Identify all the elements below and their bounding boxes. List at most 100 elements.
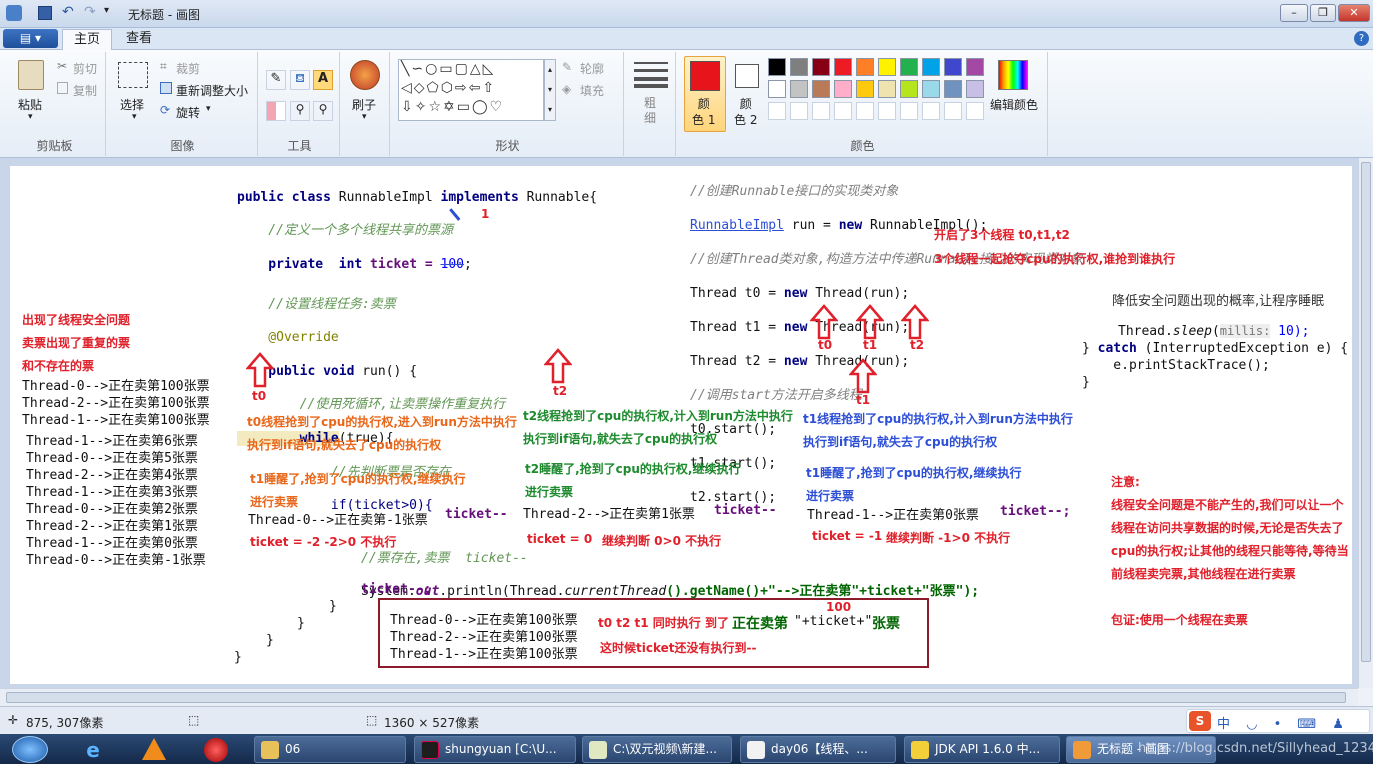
tools-group-label: 工具 xyxy=(287,139,312,153)
palette-swatch[interactable] xyxy=(856,80,874,98)
taskbar-item-folder[interactable]: 06 xyxy=(254,736,406,763)
paste-dropdown-icon[interactable]: ▾ xyxy=(28,112,33,122)
select-dropdown-icon[interactable]: ▾ xyxy=(132,112,137,122)
taskbar-item-editor-label: C:\双元视频\新建... xyxy=(613,742,717,756)
text-tool-icon[interactable]: A xyxy=(313,70,333,90)
paste-icon[interactable] xyxy=(18,60,44,90)
crop-button[interactable]: 裁剪 xyxy=(176,60,200,77)
code-ticket-value: 100 xyxy=(440,256,464,272)
tab-view[interactable]: 查看 xyxy=(114,29,164,50)
sogou-icon[interactable]: S xyxy=(1189,711,1211,731)
palette-swatch[interactable] xyxy=(878,102,896,120)
palette-swatch[interactable] xyxy=(944,58,962,76)
palette-swatch[interactable] xyxy=(812,102,830,120)
maximize-button[interactable]: ❐ xyxy=(1310,4,1336,22)
start-button[interactable] xyxy=(12,736,48,763)
palette-swatch[interactable] xyxy=(900,80,918,98)
cut-button[interactable]: 剪切 xyxy=(73,60,97,77)
save-icon[interactable] xyxy=(38,6,52,20)
palette-swatch[interactable] xyxy=(900,58,918,76)
palette-swatch[interactable] xyxy=(922,80,940,98)
palette-swatch[interactable] xyxy=(812,58,830,76)
rotate-button[interactable]: 旋转 xyxy=(176,104,200,121)
catch-line: } catch (InterruptedException e) { xyxy=(1082,341,1348,356)
resize-button[interactable]: 重新调整大小 xyxy=(176,82,248,99)
cut-icon[interactable]: ✂ xyxy=(57,59,67,73)
redo-icon[interactable]: ↷ xyxy=(84,4,96,20)
vlc-icon[interactable] xyxy=(142,738,166,760)
palette-swatch[interactable] xyxy=(790,102,808,120)
copy-icon[interactable] xyxy=(57,82,68,94)
palette-swatch[interactable] xyxy=(966,80,984,98)
t1-ticket-value: ticket = -1 xyxy=(812,529,883,543)
outline-button[interactable]: 轮廓 xyxy=(580,60,604,77)
size-button[interactable]: 粗 细 xyxy=(644,96,656,126)
eraser-icon[interactable] xyxy=(266,101,286,121)
palette-swatch[interactable] xyxy=(944,80,962,98)
minimize-button[interactable]: – xyxy=(1280,4,1308,22)
shapes-group-label: 形状 xyxy=(495,139,520,153)
output-line: Thread-2-->正在卖第1张票 xyxy=(26,519,198,534)
palette-swatch[interactable] xyxy=(922,102,940,120)
palette-swatch[interactable] xyxy=(922,58,940,76)
resize-icon[interactable] xyxy=(160,82,172,94)
help-icon[interactable]: ? xyxy=(1354,31,1369,46)
shapes-gallery[interactable]: ╲∽○▭▢△◺ ◁◇⬠⬡⇨⇦⇧ ⇩✧☆✡▭◯♡ xyxy=(398,59,544,121)
quick-access-dropdown-icon[interactable]: ▾ xyxy=(104,5,109,16)
brush-icon[interactable] xyxy=(350,60,380,90)
palette-swatch[interactable] xyxy=(944,102,962,120)
edit-colors-icon[interactable] xyxy=(998,60,1028,90)
palette-swatch[interactable] xyxy=(856,102,874,120)
ie-icon[interactable]: e xyxy=(80,738,106,762)
fill-icon[interactable]: ◈ xyxy=(562,82,571,96)
taskbar-item-jdk[interactable]: JDK API 1.6.0 中... xyxy=(904,736,1060,763)
select-icon[interactable] xyxy=(118,62,148,88)
palette-swatch[interactable] xyxy=(812,80,830,98)
tab-home[interactable]: 主页 xyxy=(62,29,112,50)
palette-swatch[interactable] xyxy=(878,58,896,76)
palette-swatch[interactable] xyxy=(966,58,984,76)
fill-bucket-icon[interactable]: ⛾ xyxy=(290,70,310,90)
brushes-button[interactable]: 刷子 xyxy=(352,96,376,113)
palette-swatch[interactable] xyxy=(834,80,852,98)
taskbar-item-editor[interactable]: C:\双元视频\新建... xyxy=(582,736,732,763)
outline-icon[interactable]: ✎ xyxy=(562,60,572,74)
shapes-scroll-icon[interactable]: ▴ ▾ ▾ xyxy=(544,59,556,121)
palette-swatch[interactable] xyxy=(856,58,874,76)
horizontal-scroll-thumb[interactable] xyxy=(6,692,1346,703)
palette-swatch[interactable] xyxy=(878,80,896,98)
palette-swatch[interactable] xyxy=(966,102,984,120)
copy-button[interactable]: 复制 xyxy=(73,82,97,99)
palette-swatch[interactable] xyxy=(768,80,786,98)
color-picker-icon[interactable]: ⚲ xyxy=(290,101,310,121)
fill-button[interactable]: 填充 xyxy=(580,82,604,99)
paint-app-icon[interactable] xyxy=(6,5,22,21)
vertical-scroll-thumb[interactable] xyxy=(1361,162,1371,662)
palette-swatch[interactable] xyxy=(834,102,852,120)
rotate-dropdown-icon[interactable]: ▾ xyxy=(206,104,211,114)
horizontal-scrollbar[interactable] xyxy=(0,688,1358,706)
edit-colors-button[interactable]: 编辑颜色 xyxy=(990,96,1038,113)
palette-swatch[interactable] xyxy=(768,58,786,76)
undo-icon[interactable]: ↶ xyxy=(62,4,74,20)
taskbar-item-idea[interactable]: shungyuan [C:\U... xyxy=(414,736,576,763)
palette-swatch[interactable] xyxy=(834,58,852,76)
close-button[interactable]: ✕ xyxy=(1338,4,1370,22)
magnifier-icon[interactable]: ⚲ xyxy=(313,101,333,121)
line-size-icon[interactable] xyxy=(634,62,668,88)
crop-icon[interactable]: ⌗ xyxy=(160,59,167,74)
pencil-icon[interactable]: ✎ xyxy=(266,70,286,90)
select-button[interactable]: 选择 xyxy=(120,96,144,113)
record-icon[interactable] xyxy=(204,738,228,762)
rotate-icon[interactable]: ⟳ xyxy=(160,103,170,117)
palette-swatch[interactable] xyxy=(790,80,808,98)
palette-swatch[interactable] xyxy=(768,102,786,120)
vertical-scrollbar[interactable] xyxy=(1358,158,1373,688)
paste-button[interactable]: 粘贴 xyxy=(18,96,42,113)
file-menu-button[interactable]: ▤ ▾ xyxy=(3,29,58,48)
brushes-dropdown-icon[interactable]: ▾ xyxy=(362,112,367,122)
ime-toolbar[interactable]: S 中 ◡ • ⌨ ♟ ✂ xyxy=(1186,709,1370,747)
palette-swatch[interactable] xyxy=(790,58,808,76)
taskbar-item-doc[interactable]: day06【线程、... xyxy=(740,736,896,763)
palette-swatch[interactable] xyxy=(900,102,918,120)
